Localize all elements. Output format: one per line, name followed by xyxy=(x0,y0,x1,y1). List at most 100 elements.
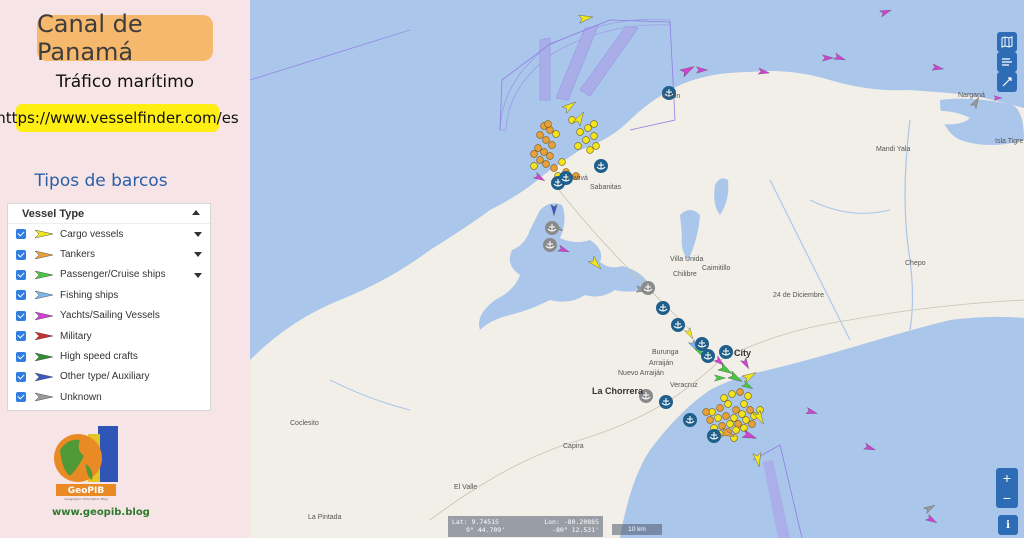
anchorage-icon[interactable] xyxy=(707,429,721,443)
vessel-marker[interactable] xyxy=(536,156,544,164)
legend-item[interactable]: High speed crafts xyxy=(8,346,210,366)
vessel-marker[interactable] xyxy=(706,416,714,424)
vessel-marker[interactable] xyxy=(732,406,740,414)
vessel-marker[interactable] xyxy=(728,390,736,398)
anchorage-icon[interactable] xyxy=(683,413,697,427)
legend-item[interactable]: Other type/ Auxiliary xyxy=(8,367,210,387)
checkbox[interactable] xyxy=(16,269,26,280)
vessel-marker[interactable] xyxy=(716,404,724,412)
expand-icon[interactable] xyxy=(194,272,202,278)
anchorage-icon[interactable] xyxy=(594,159,608,173)
vessel-marker[interactable] xyxy=(740,424,748,432)
checkbox[interactable] xyxy=(16,249,26,260)
legend-item[interactable]: Tankers xyxy=(8,244,210,264)
anchorage-icon[interactable] xyxy=(641,281,655,295)
weather-layer-button[interactable] xyxy=(997,52,1017,72)
vessel-marker[interactable] xyxy=(584,124,592,132)
vessel-marker[interactable] xyxy=(536,131,544,139)
vessel-marker[interactable] xyxy=(544,120,552,128)
zoom-in-button[interactable]: + xyxy=(996,468,1018,488)
info-button[interactable]: i xyxy=(998,515,1018,535)
vessel-marker[interactable] xyxy=(879,7,893,18)
vessel-marker[interactable] xyxy=(550,164,558,172)
logo-url[interactable]: www.geopib.blog xyxy=(52,507,150,518)
vessel-map[interactable]: Colón Cativá Sabanitas Villa Unida Chili… xyxy=(250,0,1024,538)
map-layers-button[interactable] xyxy=(997,32,1017,52)
legend-item[interactable]: Yachts/Sailing Vessels xyxy=(8,306,210,326)
checkbox[interactable] xyxy=(16,371,26,382)
map-canvas[interactable] xyxy=(250,0,1024,538)
vessel-marker[interactable] xyxy=(530,162,538,170)
collapse-icon[interactable] xyxy=(192,210,200,215)
vessel-marker[interactable] xyxy=(530,150,538,158)
anchorage-icon[interactable] xyxy=(701,349,715,363)
checkbox[interactable] xyxy=(16,392,26,403)
anchorage-icon[interactable] xyxy=(545,221,559,235)
vessel-marker[interactable] xyxy=(574,142,582,150)
checkbox[interactable] xyxy=(16,310,26,321)
vessel-marker[interactable] xyxy=(592,142,600,150)
vessel-marker[interactable] xyxy=(679,63,696,78)
vessel-marker[interactable] xyxy=(821,54,835,62)
expand-icon[interactable] xyxy=(194,232,202,237)
zoom-out-button[interactable]: − xyxy=(996,488,1018,508)
legend-item[interactable]: Cargo vessels xyxy=(8,224,210,244)
vessel-marker[interactable] xyxy=(722,412,730,420)
checkbox[interactable] xyxy=(16,290,26,301)
vessel-marker[interactable] xyxy=(714,414,722,422)
vessel-marker[interactable] xyxy=(590,120,598,128)
legend-item[interactable]: Fishing ships xyxy=(8,285,210,305)
vessel-marker[interactable] xyxy=(586,146,594,154)
legend-item[interactable]: Military xyxy=(8,326,210,346)
vessel-marker[interactable] xyxy=(833,52,847,63)
expand-icon[interactable] xyxy=(194,252,202,258)
vessel-arrow-icon xyxy=(34,372,54,382)
vessel-marker[interactable] xyxy=(576,128,584,136)
vessel-marker[interactable] xyxy=(931,63,945,72)
vessel-marker[interactable] xyxy=(736,388,744,396)
vessel-marker[interactable] xyxy=(748,420,756,428)
vessel-marker[interactable] xyxy=(726,420,734,428)
anchorage-icon[interactable] xyxy=(543,238,557,252)
vessel-marker[interactable] xyxy=(695,66,709,74)
legend-item[interactable]: Unknown xyxy=(8,387,210,407)
vessel-marker[interactable] xyxy=(740,400,748,408)
vessel-marker[interactable] xyxy=(744,392,752,400)
checkbox[interactable] xyxy=(16,351,26,362)
anchorage-icon[interactable] xyxy=(656,301,670,315)
vessel-marker[interactable] xyxy=(718,422,726,430)
vessel-marker[interactable] xyxy=(540,148,548,156)
vessel-marker[interactable] xyxy=(568,116,576,124)
vessel-marker[interactable] xyxy=(720,394,728,402)
legend-item-label: Other type/ Auxiliary xyxy=(60,371,150,383)
checkbox[interactable] xyxy=(16,331,26,342)
anchorage-icon[interactable] xyxy=(695,337,709,351)
vessel-marker[interactable] xyxy=(582,136,590,144)
vessel-marker[interactable] xyxy=(542,160,550,168)
vessel-marker[interactable] xyxy=(746,406,754,414)
vessel-marker[interactable] xyxy=(724,400,732,408)
anchorage-icon[interactable] xyxy=(719,345,733,359)
vessel-marker[interactable] xyxy=(548,141,556,149)
vessel-marker[interactable] xyxy=(702,408,710,416)
vessel-marker[interactable] xyxy=(730,414,738,422)
vessel-marker[interactable] xyxy=(738,410,746,418)
anchorage-icon[interactable] xyxy=(659,395,673,409)
vessel-marker[interactable] xyxy=(534,144,542,152)
checkbox[interactable] xyxy=(16,229,26,240)
vessel-marker[interactable] xyxy=(561,99,578,114)
vessel-marker[interactable] xyxy=(732,426,740,434)
legend-header[interactable]: Vessel Type xyxy=(8,204,210,224)
source-url[interactable]: https://www.vesselfinder.com/es xyxy=(0,104,239,132)
vessel-marker[interactable] xyxy=(590,132,598,140)
vessel-marker[interactable] xyxy=(577,13,594,24)
measure-tool-button[interactable] xyxy=(997,72,1017,92)
vessel-marker[interactable] xyxy=(558,158,566,166)
legend-item[interactable]: Passenger/Cruise ships xyxy=(8,265,210,285)
anchorage-icon[interactable] xyxy=(671,318,685,332)
vessel-marker[interactable] xyxy=(546,152,554,160)
vessel-marker[interactable] xyxy=(993,95,1003,101)
vessel-marker[interactable] xyxy=(742,416,750,424)
vessel-marker[interactable] xyxy=(542,136,550,144)
vessel-marker[interactable] xyxy=(552,130,560,138)
